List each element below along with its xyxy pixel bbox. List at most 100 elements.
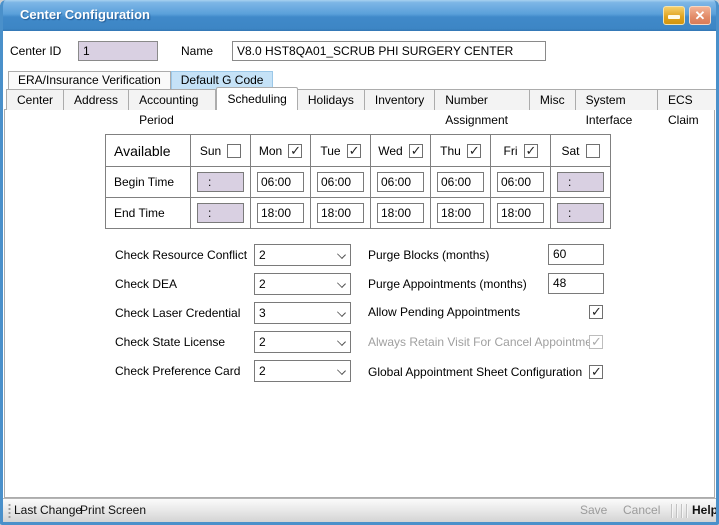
day-column-tue: Tue 06:00 18:00 <box>310 135 370 228</box>
tab-center[interactable]: Center <box>6 89 64 110</box>
center-id-label: Center ID <box>10 41 61 61</box>
check-dea-select[interactable]: 2 <box>254 273 351 295</box>
always-retain-visit-label: Always Retain Visit For Cancel Appointme… <box>368 333 602 351</box>
tab-system-interface[interactable]: System Interface <box>576 89 658 110</box>
end-time-row-label: End Time <box>106 197 190 228</box>
close-icon: ✕ <box>690 7 710 24</box>
availability-table: Available Begin Time End Time Sun : : Mo… <box>105 134 611 229</box>
help-button[interactable]: Help <box>692 499 718 522</box>
begin-time-input[interactable]: 06:00 <box>437 172 484 192</box>
dropdown-value: 3 <box>259 306 266 320</box>
end-time-input[interactable]: 18:00 <box>317 203 364 223</box>
begin-time-input[interactable]: 06:00 <box>497 172 544 192</box>
day-available-checkbox[interactable] <box>409 144 423 158</box>
tab-address[interactable]: Address <box>64 89 129 110</box>
day-column-fri: Fri 06:00 18:00 <box>490 135 550 228</box>
day-available-checkbox[interactable] <box>586 144 600 158</box>
end-time-input[interactable]: 18:00 <box>377 203 424 223</box>
tab-misc[interactable]: Misc <box>530 89 576 110</box>
name-input[interactable]: V8.0 HST8QA01_SCRUB PHI SURGERY CENTER <box>232 41 546 61</box>
day-label: Fri <box>504 144 518 158</box>
titlebar[interactable]: Center Configuration ✕ <box>0 0 719 31</box>
tab-inventory[interactable]: Inventory <box>365 89 435 110</box>
save-button[interactable]: Save <box>580 499 607 522</box>
primary-tab-bar: Center Address Accounting Period Schedul… <box>6 88 719 110</box>
dropdown-value: 2 <box>259 335 266 349</box>
day-available-checkbox[interactable] <box>524 144 538 158</box>
tab-number-assignment[interactable]: Number Assignment <box>435 89 530 110</box>
global-appointment-sheet-label: Global Appointment Sheet Configuration <box>368 363 582 381</box>
toolbar-separator <box>671 504 673 518</box>
day-column-mon: Mon 06:00 18:00 <box>250 135 310 228</box>
day-label: Tue <box>320 144 340 158</box>
chevron-down-icon <box>337 337 346 346</box>
begin-time-input[interactable]: 06:00 <box>377 172 424 192</box>
check-state-license-label: Check State License <box>115 331 225 353</box>
name-label: Name <box>181 41 213 61</box>
day-available-checkbox[interactable] <box>467 144 481 158</box>
purge-appointments-input[interactable]: 48 <box>548 273 604 294</box>
purge-blocks-label: Purge Blocks (months) <box>368 244 489 266</box>
begin-time-input[interactable]: 06:00 <box>317 172 364 192</box>
dropdown-value: 2 <box>259 277 266 291</box>
day-column-wed: Wed 06:00 18:00 <box>370 135 430 228</box>
always-retain-visit-checkbox <box>589 335 603 349</box>
purge-blocks-input[interactable]: 60 <box>548 244 604 265</box>
check-state-license-select[interactable]: 2 <box>254 331 351 353</box>
check-preference-card-select[interactable]: 2 <box>254 360 351 382</box>
last-change-button[interactable]: Last Change <box>14 499 82 522</box>
day-label: Sun <box>200 144 221 158</box>
check-resource-conflict-select[interactable]: 2 <box>254 244 351 266</box>
footer-toolbar: Last Change Print Screen Save Cancel Hel… <box>3 498 716 522</box>
allow-pending-appointments-label: Allow Pending Appointments <box>368 303 520 321</box>
print-screen-button[interactable]: Print Screen <box>80 499 146 522</box>
scheduling-tab-panel: Available Begin Time End Time Sun : : Mo… <box>4 109 715 498</box>
purge-appointments-label: Purge Appointments (months) <box>368 273 527 295</box>
begin-time-row-label: Begin Time <box>106 166 190 197</box>
check-preference-card-label: Check Preference Card <box>115 360 240 382</box>
toolbar-separator <box>681 504 683 518</box>
check-resource-conflict-label: Check Resource Conflict <box>115 244 247 266</box>
chevron-down-icon <box>337 279 346 288</box>
tab-accounting-period[interactable]: Accounting Period <box>129 89 216 110</box>
end-time-input[interactable]: : <box>557 203 604 223</box>
day-available-checkbox[interactable] <box>347 144 361 158</box>
day-available-checkbox[interactable] <box>227 144 241 158</box>
day-label: Sat <box>561 144 579 158</box>
center-id-input[interactable]: 1 <box>78 41 158 61</box>
close-button[interactable]: ✕ <box>689 6 711 25</box>
end-time-input[interactable]: : <box>197 203 244 223</box>
available-header: Available <box>106 135 190 166</box>
chevron-down-icon <box>337 250 346 259</box>
minimize-icon <box>668 15 680 19</box>
minimize-button[interactable] <box>663 6 685 25</box>
check-laser-credential-label: Check Laser Credential <box>115 302 240 324</box>
dropdown-value: 2 <box>259 248 266 262</box>
begin-time-input[interactable]: : <box>197 172 244 192</box>
tab-ecs-claim[interactable]: ECS Claim <box>658 89 719 110</box>
begin-time-input[interactable]: 06:00 <box>257 172 304 192</box>
window-title: Center Configuration <box>20 0 150 30</box>
end-time-input[interactable]: 18:00 <box>437 203 484 223</box>
chevron-down-icon <box>337 308 346 317</box>
tab-scheduling[interactable]: Scheduling <box>216 87 297 110</box>
day-available-checkbox[interactable] <box>288 144 302 158</box>
day-column-sat: Sat : : <box>550 135 610 228</box>
cancel-button[interactable]: Cancel <box>623 499 660 522</box>
toolbar-grip-handle[interactable] <box>8 503 11 519</box>
check-laser-credential-select[interactable]: 3 <box>254 302 351 324</box>
day-column-sun: Sun : : <box>190 135 250 228</box>
allow-pending-appointments-checkbox[interactable] <box>589 305 603 319</box>
global-appointment-sheet-checkbox[interactable] <box>589 365 603 379</box>
day-label: Wed <box>378 144 402 158</box>
begin-time-input[interactable]: : <box>557 172 604 192</box>
day-column-thu: Thu 06:00 18:00 <box>430 135 490 228</box>
tab-holidays[interactable]: Holidays <box>298 89 365 110</box>
tab-era-insurance-verification[interactable]: ERA/Insurance Verification <box>8 71 171 89</box>
table-label-column: Available Begin Time End Time <box>106 135 190 228</box>
end-time-input[interactable]: 18:00 <box>257 203 304 223</box>
check-dea-label: Check DEA <box>115 273 177 295</box>
chevron-down-icon <box>337 366 346 375</box>
end-time-input[interactable]: 18:00 <box>497 203 544 223</box>
day-label: Mon <box>259 144 282 158</box>
